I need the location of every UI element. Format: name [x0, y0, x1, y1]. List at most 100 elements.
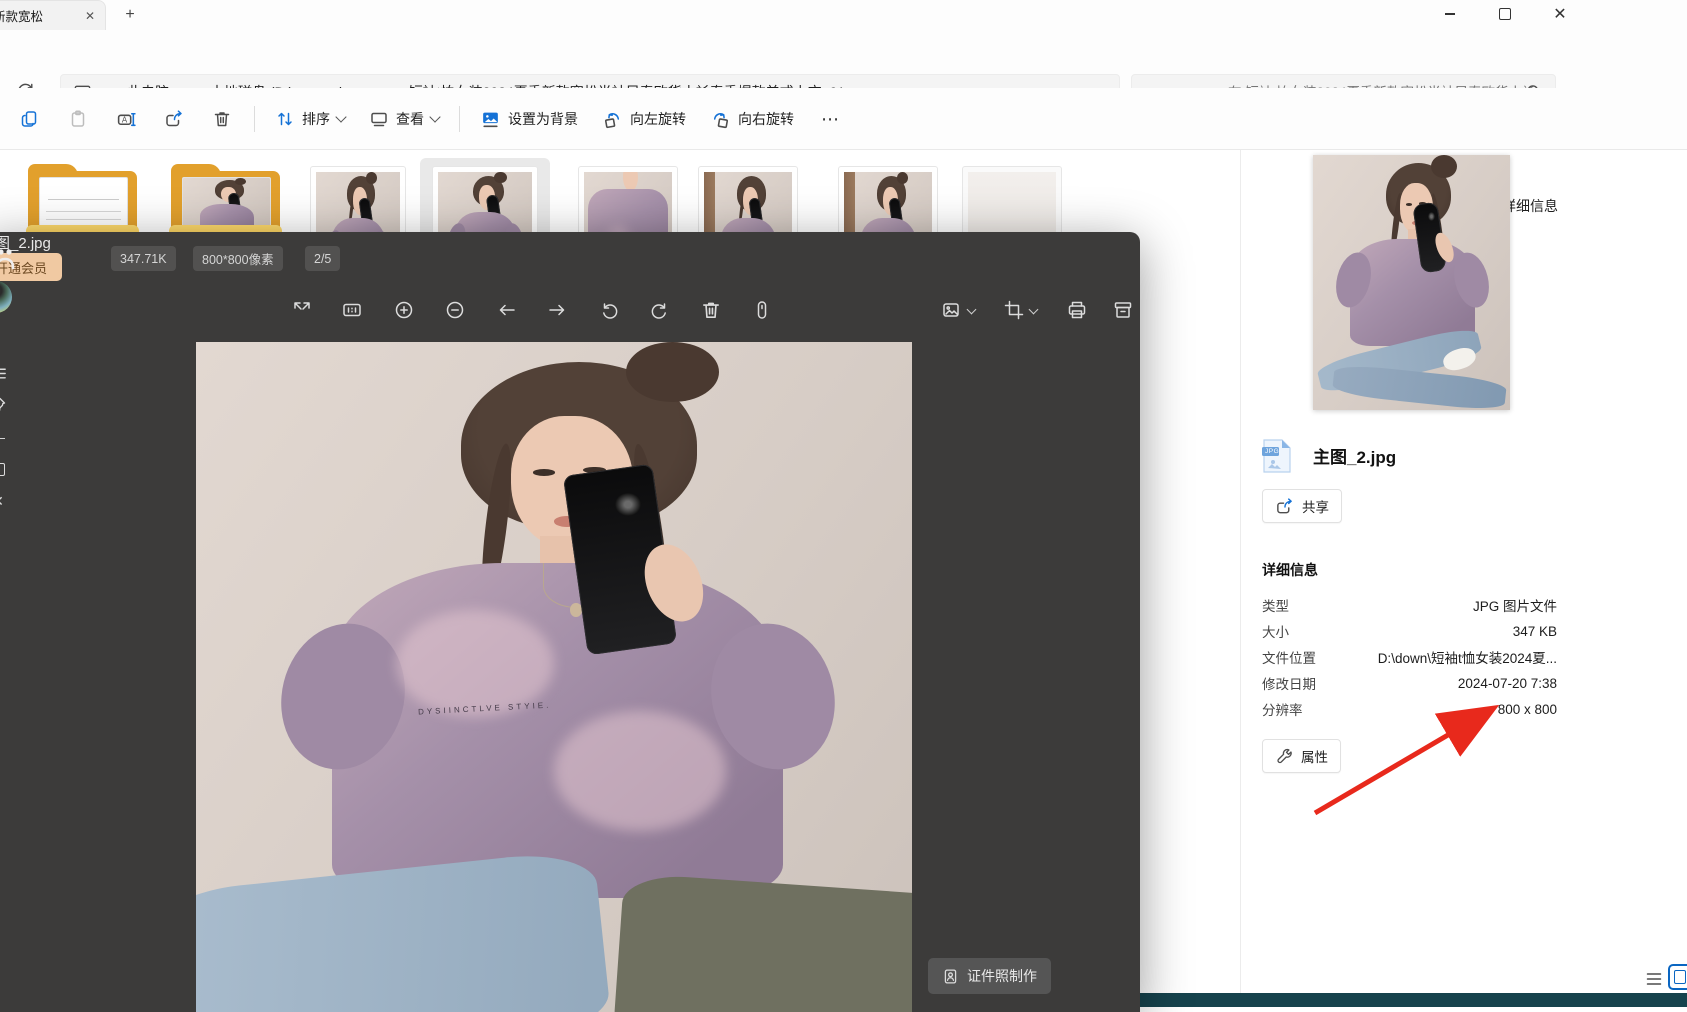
rotate-left-button[interactable]: 向左旋转: [592, 99, 696, 139]
hamburger-icon: [0, 364, 8, 383]
sort-button[interactable]: 排序: [265, 99, 355, 139]
detail-row-location: 文件位置 D:\down\短袖t恤女装2024夏...: [1262, 644, 1557, 670]
detail-label: 修改日期: [1262, 673, 1372, 693]
zoom-out-icon: [444, 299, 466, 321]
set-background-label: 设置为背景: [508, 109, 578, 129]
details-section-title: 详细信息: [1262, 560, 1318, 580]
desktop-strip: [1117, 993, 1687, 1007]
viewer-photo[interactable]: DYSIINCTLVE STYIE.: [196, 342, 912, 1012]
printer-icon: [1066, 299, 1088, 321]
window-minimize-button[interactable]: [1427, 0, 1473, 28]
viewer-delete-button[interactable]: [690, 290, 732, 330]
trash-icon: [700, 299, 722, 321]
zoom-in-icon: [393, 299, 415, 321]
svg-text:A: A: [121, 115, 127, 124]
detail-value: JPG 图片文件: [1372, 595, 1557, 615]
copy-icon: [20, 109, 40, 129]
dimensions-badge: 800*800像素: [193, 246, 283, 271]
next-image-button[interactable]: [536, 290, 578, 330]
address-row: › 此电脑 › 本地磁盘 (D:) › down › 短袖t恤女装2024夏季新…: [0, 30, 1687, 88]
jpg-file-icon: [1260, 438, 1294, 474]
rotate-ccw-button[interactable]: [588, 290, 630, 330]
mouse-settings-button[interactable]: [741, 290, 783, 330]
detail-label: 大小: [1262, 621, 1372, 641]
rotate-right-button[interactable]: 向右旋转: [700, 99, 804, 139]
detail-value: 347 KB: [1372, 624, 1557, 639]
rename-icon: A: [116, 109, 137, 130]
chevron-down-icon: [335, 111, 346, 122]
viewer-app-logo: [0, 246, 18, 272]
detail-label: 类型: [1262, 595, 1372, 615]
window-maximize-button[interactable]: [1482, 0, 1528, 28]
chevron-down-icon: [429, 111, 440, 122]
explorer-tab[interactable]: 新款宽松 ✕: [0, 0, 106, 30]
zoom-in-button[interactable]: [383, 290, 425, 330]
rotate-right-icon: [710, 109, 731, 130]
wallpaper-icon: [480, 109, 501, 130]
image-viewer-window: 主图_2.jpg 347.71K 800*800像素 2/5 开通会员 — ✕: [0, 232, 1140, 1012]
image-tools-dropdown[interactable]: [930, 290, 986, 330]
viewer-minimize-button[interactable]: —: [0, 421, 16, 453]
share-icon: [1275, 497, 1294, 516]
file-size-badge: 347.71K: [111, 246, 176, 271]
rename-button[interactable]: A: [104, 99, 148, 139]
detail-row-size: 大小 347 KB: [1262, 618, 1557, 644]
window-close-button[interactable]: ✕: [1537, 0, 1583, 28]
index-badge: 2/5: [305, 246, 340, 271]
rotate-cw-icon: [649, 299, 671, 321]
paste-button[interactable]: [56, 99, 100, 139]
set-background-button[interactable]: 设置为背景: [470, 99, 588, 139]
viewer-title-bar[interactable]: 主图_2.jpg 347.71K 800*800像素 2/5 开通会员 — ✕: [0, 232, 1140, 286]
list-view-icon: [1644, 969, 1664, 989]
crop-icon: [1003, 299, 1025, 321]
arrow-left-icon: [496, 299, 518, 321]
detail-value: 2024-07-20 7:38: [1372, 676, 1557, 691]
crop-dropdown[interactable]: [992, 290, 1048, 330]
print-button[interactable]: [1056, 290, 1098, 330]
archive-button[interactable]: [1102, 290, 1144, 330]
detail-row-type: 类型 JPG 图片文件: [1262, 592, 1557, 618]
trash-icon: [212, 109, 232, 129]
previous-image-button[interactable]: [486, 290, 528, 330]
rotate-cw-button[interactable]: [639, 290, 681, 330]
viewer-maximize-button[interactable]: [0, 453, 16, 485]
fit-window-button[interactable]: [331, 290, 373, 330]
viewer-pin-button[interactable]: [0, 389, 16, 421]
panel-filename: 主图_2.jpg: [1313, 443, 1396, 468]
share-icon: [164, 109, 184, 129]
id-photo-icon: [942, 968, 959, 985]
rotate-ccw-icon: [598, 299, 620, 321]
thumbnail-view-toggle[interactable]: [1668, 964, 1687, 990]
sort-icon: [275, 109, 295, 129]
tab-close-icon[interactable]: ✕: [81, 8, 99, 24]
preview-image[interactable]: [1313, 155, 1510, 410]
more-options-button[interactable]: ⋯: [808, 99, 852, 139]
new-tab-button[interactable]: +: [118, 4, 142, 26]
command-bar: A 排序 查看: [0, 88, 1687, 150]
id-photo-label: 证件照制作: [967, 966, 1037, 986]
toolbar-divider: [459, 106, 460, 132]
fullscreen-button[interactable]: [281, 290, 323, 330]
view-button[interactable]: 查看: [359, 99, 449, 139]
tab-title: 新款宽松: [0, 6, 43, 25]
rotate-right-label: 向右旋转: [738, 109, 794, 129]
viewer-toolbar: [0, 290, 1140, 336]
delete-button[interactable]: [200, 99, 244, 139]
share-label: 共享: [1302, 496, 1329, 516]
paste-icon: [68, 109, 88, 129]
sort-label: 排序: [302, 109, 330, 129]
panel-divider: [1240, 150, 1241, 1007]
zoom-out-button[interactable]: [434, 290, 476, 330]
rotate-left-icon: [602, 109, 623, 130]
details-pane-label: 详细信息: [1502, 196, 1558, 216]
copy-button[interactable]: [8, 99, 52, 139]
share-button[interactable]: [152, 99, 196, 139]
archive-box-icon: [1112, 299, 1134, 321]
pin-icon: [0, 396, 7, 414]
share-file-button[interactable]: 共享: [1262, 489, 1342, 523]
viewer-menu-button[interactable]: [0, 357, 16, 389]
details-view-toggle[interactable]: [1642, 966, 1666, 992]
id-photo-button[interactable]: 证件照制作: [928, 958, 1051, 994]
toolbar-divider: [254, 106, 255, 132]
viewer-close-button[interactable]: ✕: [0, 485, 16, 517]
